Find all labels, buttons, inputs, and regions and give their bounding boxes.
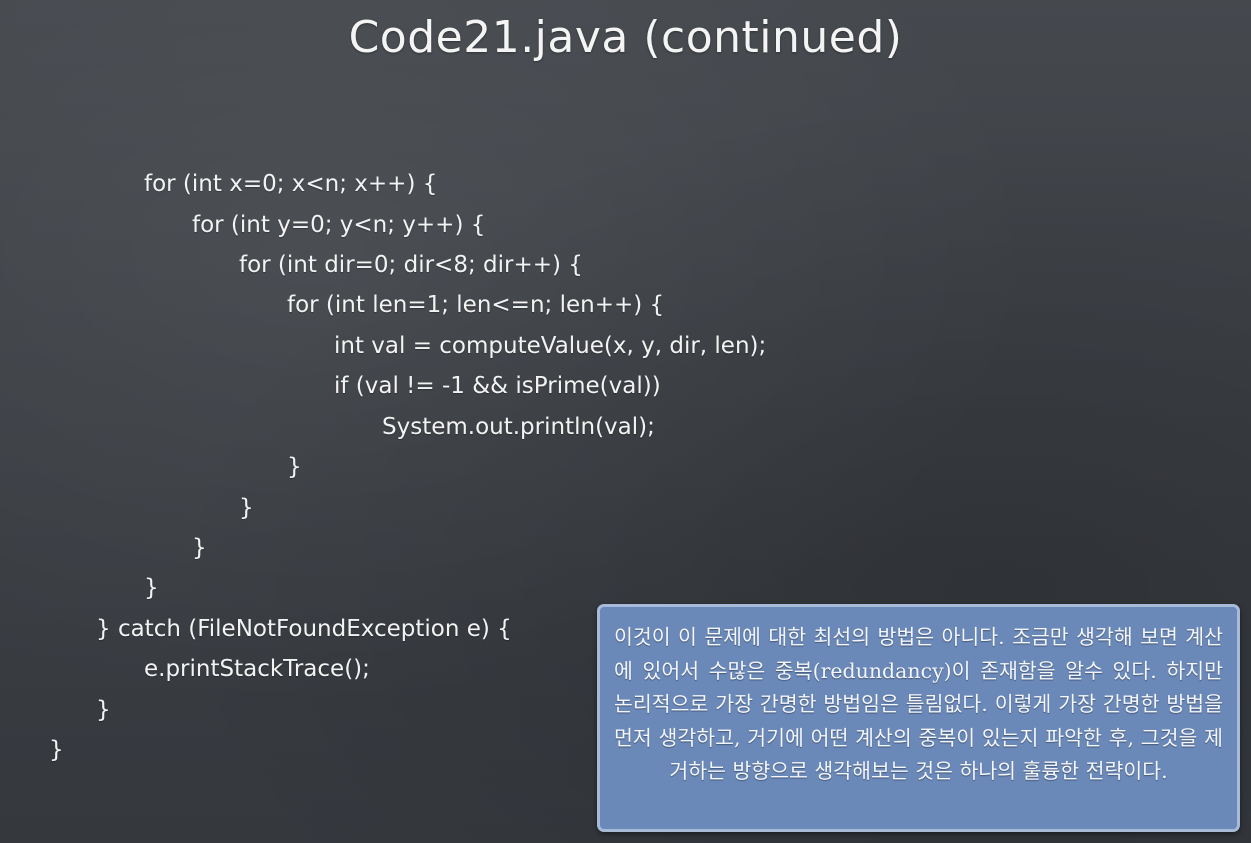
code-line: e.printStackTrace(); (144, 656, 370, 682)
code-line: if (val != -1 && isPrime(val)) (334, 373, 661, 399)
code-line: for (int dir=0; dir<8; dir++) { (239, 252, 583, 278)
code-line: int val = computeValue(x, y, dir, len); (334, 333, 767, 359)
code-line: } catch (FileNotFoundException e) { (96, 616, 512, 642)
code-line: } (287, 454, 302, 480)
code-line: } (96, 697, 111, 723)
slide: Code21.java (continued) for (int x=0; x<… (0, 0, 1251, 843)
code-line: for (int x=0; x<n; x++) { (144, 171, 438, 197)
code-line: } (192, 535, 207, 561)
code-line: for (int y=0; y<n; y++) { (192, 212, 486, 238)
note-box: 이것이 이 문제에 대한 최선의 방법은 아니다. 조금만 생각해 보면 계산에… (597, 604, 1240, 832)
code-line: for (int len=1; len<=n; len++) { (287, 292, 665, 318)
code-line: } (239, 495, 254, 521)
note-text: 이것이 이 문제에 대한 최선의 방법은 아니다. 조금만 생각해 보면 계산에… (614, 625, 1223, 783)
code-line: } (144, 575, 159, 601)
slide-title: Code21.java (continued) (348, 12, 903, 63)
code-line: System.out.println(val); (382, 414, 655, 440)
code-line: } (49, 737, 64, 763)
